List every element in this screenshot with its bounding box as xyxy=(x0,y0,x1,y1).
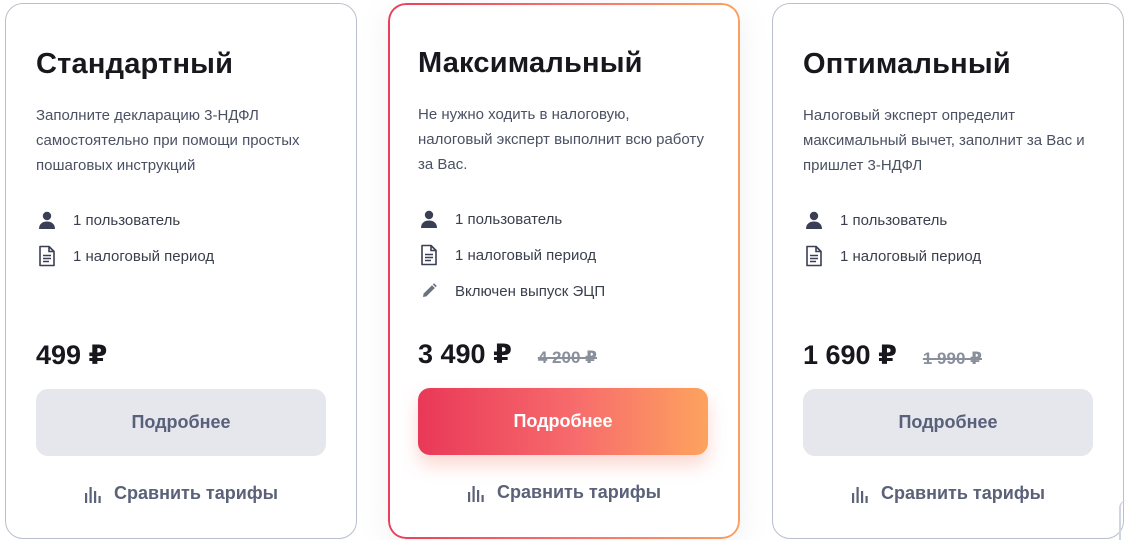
plan-description: Заполните декларацию 3-НДФЛ самостоятель… xyxy=(36,107,300,174)
bar-chart-icon xyxy=(467,483,487,503)
feature-text: Включен выпуск ЭЦП xyxy=(455,282,606,300)
compare-label: Сравнить тарифы xyxy=(881,483,1045,503)
plan-price: 499 ₽ xyxy=(36,340,108,370)
plan-title: Максимальный xyxy=(418,47,643,79)
user-icon xyxy=(803,208,825,232)
feature-text: 1 пользователь xyxy=(455,210,563,228)
plan-description: Не нужно ходить в налоговую, налоговый э… xyxy=(418,106,704,173)
feature-users: 1 пользователь xyxy=(418,201,605,237)
document-icon xyxy=(36,244,58,268)
compare-label: Сравнить тарифы xyxy=(114,483,278,503)
feature-text: 1 налоговый период xyxy=(73,247,215,265)
compare-plans-link[interactable]: Сравнить тарифы xyxy=(773,483,1123,504)
next-card-edge xyxy=(1119,500,1127,540)
plan-features: 1 пользователь 1 налоговый период xyxy=(803,202,981,274)
plan-features: 1 пользователь 1 налоговый период Включе… xyxy=(418,201,605,309)
compare-label: Сравнить тарифы xyxy=(497,482,661,502)
details-button[interactable]: Подробнее xyxy=(803,389,1093,456)
price-row: 3 490 ₽ 4 200 ₽ xyxy=(418,339,597,370)
plan-features: 1 пользователь 1 налоговый период xyxy=(36,202,214,274)
pencil-icon xyxy=(418,279,440,303)
compare-plans-link[interactable]: Сравнить тарифы xyxy=(6,483,356,504)
plan-title: Оптимальный xyxy=(803,48,1011,80)
bar-chart-icon xyxy=(84,484,104,504)
details-button[interactable]: Подробнее xyxy=(418,388,708,455)
document-icon xyxy=(803,244,825,268)
plan-card-standard: Стандартный Заполните декларацию 3-НДФЛ … xyxy=(5,3,357,539)
feature-users: 1 пользователь xyxy=(36,202,214,238)
feature-users: 1 пользователь xyxy=(803,202,981,238)
old-price: 1 990 ₽ xyxy=(922,349,982,368)
feature-period: 1 налоговый период xyxy=(803,238,981,274)
pricing-plans: Стандартный Заполните декларацию 3-НДФЛ … xyxy=(0,0,1127,540)
plan-title: Стандартный xyxy=(36,48,234,80)
bar-chart-icon xyxy=(851,484,871,504)
price-row: 1 690 ₽ 1 990 ₽ xyxy=(803,340,982,371)
compare-plans-link[interactable]: Сравнить тарифы xyxy=(388,482,740,503)
feature-signature: Включен выпуск ЭЦП xyxy=(418,273,605,309)
feature-text: 1 пользователь xyxy=(73,211,181,229)
details-button[interactable]: Подробнее xyxy=(36,389,326,456)
plan-description: Налоговый эксперт определит максимальный… xyxy=(803,107,1085,174)
document-icon xyxy=(418,243,440,267)
feature-text: 1 налоговый период xyxy=(840,247,982,265)
feature-period: 1 налоговый период xyxy=(418,237,605,273)
plan-price: 1 690 ₽ xyxy=(803,340,897,370)
old-price: 4 200 ₽ xyxy=(537,348,597,367)
plan-card-optimal: Оптимальный Налоговый эксперт определит … xyxy=(772,3,1124,539)
feature-text: 1 пользователь xyxy=(840,211,948,229)
plan-card-maximum: Максимальный Не нужно ходить в налоговую… xyxy=(388,3,740,539)
plan-price: 3 490 ₽ xyxy=(418,339,512,369)
user-icon xyxy=(36,208,58,232)
feature-period: 1 налоговый период xyxy=(36,238,214,274)
feature-text: 1 налоговый период xyxy=(455,246,597,264)
price-row: 499 ₽ xyxy=(36,340,107,371)
user-icon xyxy=(418,207,440,231)
